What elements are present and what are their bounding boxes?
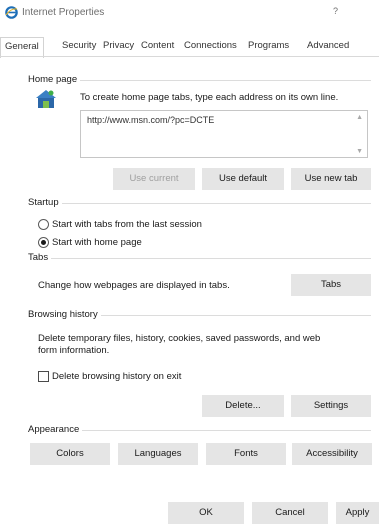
tabs-heading: Tabs: [28, 252, 52, 263]
apply-button[interactable]: Apply: [336, 502, 379, 524]
tab-divider: [0, 56, 379, 57]
languages-button[interactable]: Languages: [118, 443, 198, 465]
use-default-button[interactable]: Use default: [202, 168, 284, 190]
tab-strip: General Security Privacy Content Connect…: [0, 37, 379, 58]
appearance-heading: Appearance: [28, 424, 83, 435]
use-current-button[interactable]: Use current: [113, 168, 195, 190]
help-button[interactable]: ?: [333, 6, 338, 16]
startup-last-session-label[interactable]: Start with tabs from the last session: [52, 219, 202, 230]
tab-security[interactable]: Security: [62, 40, 96, 51]
colors-button[interactable]: Colors: [30, 443, 110, 465]
tab-programs[interactable]: Programs: [248, 40, 289, 51]
browsing-history-heading: Browsing history: [28, 309, 101, 320]
window-title: Internet Properties: [22, 7, 105, 18]
startup-home-page-radio[interactable]: [38, 237, 49, 248]
ok-button[interactable]: OK: [168, 502, 244, 524]
browsing-history-description-2: form information.: [38, 345, 110, 356]
startup-last-session-radio[interactable]: [38, 219, 49, 230]
startup-home-page-label[interactable]: Start with home page: [52, 237, 142, 248]
cancel-button[interactable]: Cancel: [252, 502, 328, 524]
scroll-up-icon[interactable]: ▲: [356, 114, 363, 121]
tab-advanced[interactable]: Advanced: [307, 40, 349, 51]
home-page-url[interactable]: http://www.msn.com/?pc=DCTE: [87, 115, 214, 125]
history-settings-button[interactable]: Settings: [291, 395, 371, 417]
delete-history-on-exit-label[interactable]: Delete browsing history on exit: [52, 371, 181, 382]
home-page-rule: [30, 80, 371, 81]
use-new-tab-button[interactable]: Use new tab: [291, 168, 371, 190]
tab-privacy[interactable]: Privacy: [103, 40, 134, 51]
home-page-heading: Home page: [28, 74, 81, 85]
fonts-button[interactable]: Fonts: [206, 443, 286, 465]
tab-general[interactable]: General: [0, 37, 44, 58]
accessibility-button[interactable]: Accessibility: [292, 443, 372, 465]
scroll-down-icon[interactable]: ▼: [356, 148, 363, 155]
delete-history-on-exit-checkbox[interactable]: [38, 371, 49, 382]
tabs-rule: [30, 258, 371, 259]
tabs-button[interactable]: Tabs: [291, 274, 371, 296]
startup-heading: Startup: [28, 197, 62, 208]
tab-connections[interactable]: Connections: [184, 40, 237, 51]
browsing-history-description-1: Delete temporary files, history, cookies…: [38, 333, 321, 344]
tabs-description: Change how webpages are displayed in tab…: [38, 280, 230, 291]
home-page-icon: [36, 90, 56, 108]
title-bar: Internet Properties ?: [0, 0, 379, 26]
startup-rule: [30, 203, 371, 204]
internet-explorer-icon: [5, 6, 18, 19]
delete-history-button[interactable]: Delete...: [202, 395, 284, 417]
home-page-instruction: To create home page tabs, type each addr…: [80, 92, 339, 103]
tab-content[interactable]: Content: [141, 40, 174, 51]
home-page-url-field[interactable]: http://www.msn.com/?pc=DCTE ▲ ▼: [80, 110, 368, 158]
